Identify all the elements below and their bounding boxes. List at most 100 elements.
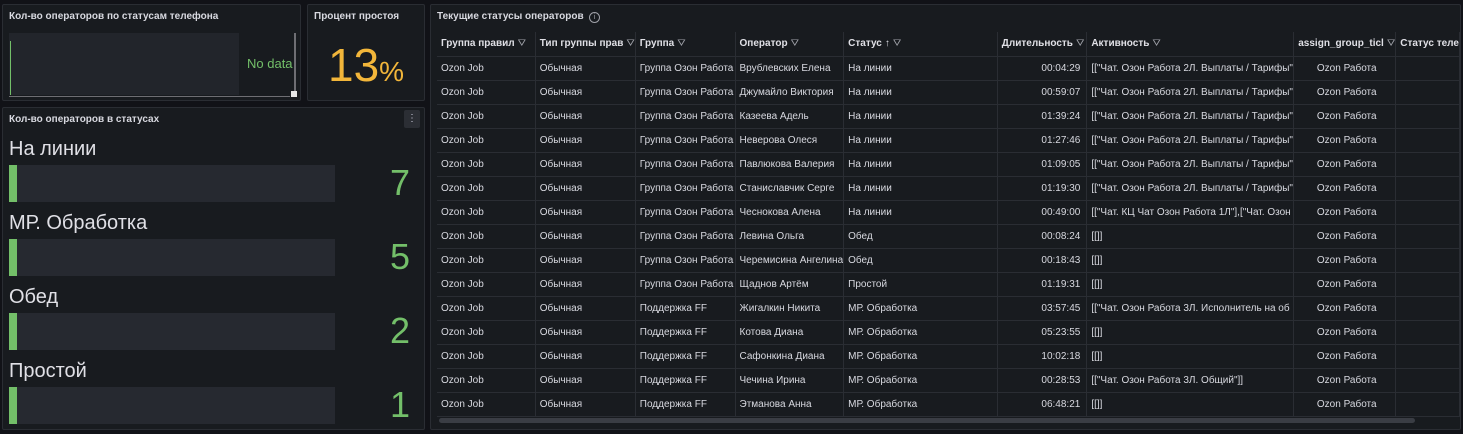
table-cell: Джумайло Виктория xyxy=(735,80,845,105)
table-cell: Группа Озон Работа xyxy=(635,152,736,177)
column-header[interactable]: Статус ↑ ⛛ xyxy=(843,32,998,57)
table-cell: Ozon Job xyxy=(437,104,536,129)
table-cell xyxy=(1395,176,1460,201)
table-row[interactable]: Ozon Job Обычная Группа Озон Работа Казеева… xyxy=(437,104,1460,129)
table-cell: На линии xyxy=(843,176,998,201)
table-cell: Ozon Job xyxy=(437,368,536,393)
table-cell: [["Чат. Озон Работа 2Л. Выплаты / Тарифы… xyxy=(1086,104,1295,129)
panel-menu-icon[interactable]: ⋮ xyxy=(404,110,420,128)
table-cell: [["Чат. Озон Работа 3Л. Общий"]] xyxy=(1086,368,1295,393)
no-data-label: No data xyxy=(247,56,293,71)
column-header[interactable]: Группа правил ⛛ xyxy=(437,32,536,57)
table-cell: Ozon Работа xyxy=(1293,56,1397,81)
table-cell: Сафонкина Диана xyxy=(735,344,845,369)
status-gauge-track xyxy=(9,165,335,202)
column-header[interactable]: Оператор ⛛ xyxy=(735,32,845,57)
column-header[interactable]: Тип группы прав ⛛ xyxy=(535,32,636,57)
table-cell: Чеснокова Алена xyxy=(735,200,845,225)
table-row[interactable]: Ozon Job Обычная Группа Озон Работа Черемис… xyxy=(437,248,1460,273)
filter-icon[interactable]: ⛛ xyxy=(1387,38,1395,49)
table-cell: Обед xyxy=(843,224,998,249)
table-cell: Ozon Работа xyxy=(1293,104,1397,129)
table-row[interactable]: Ozon Job Обычная Поддержка FF Жигалкин Ники… xyxy=(437,296,1460,321)
table-cell: 00:08:24 xyxy=(997,224,1088,249)
table-cell: Левина Ольга xyxy=(735,224,845,249)
filter-icon[interactable]: ⛛ xyxy=(626,38,634,49)
info-icon[interactable]: i xyxy=(589,12,600,23)
table-cell: Ozon Job xyxy=(437,152,536,177)
table-row[interactable]: Ozon Job Обычная Группа Озон Работа Врублев… xyxy=(437,56,1460,81)
table-cell: Поддержка FF xyxy=(635,320,736,345)
column-header[interactable]: Статус теле xyxy=(1395,32,1460,57)
table-row[interactable]: Ozon Job Обычная Поддержка FF Котова Диана М… xyxy=(437,320,1460,345)
table-cell: 01:39:24 xyxy=(997,104,1088,129)
table-cell: 00:49:00 xyxy=(997,200,1088,225)
filter-icon[interactable]: ⛛ xyxy=(518,38,526,49)
table-cell: Ozon Job xyxy=(437,392,536,417)
status-gauge-fill xyxy=(9,387,17,424)
table-cell: Поддержка FF xyxy=(635,392,736,417)
filter-icon[interactable]: ⛛ xyxy=(1076,38,1084,49)
table-cell: Обычная xyxy=(535,296,636,321)
filter-icon[interactable]: ⛛ xyxy=(677,38,685,49)
table-cell xyxy=(1395,368,1460,393)
column-header[interactable]: Длительность ⛛ xyxy=(997,32,1088,57)
table-cell xyxy=(1395,224,1460,249)
column-header-label: assign_group_ticl xyxy=(1298,38,1384,50)
table-cell: Ozon Работа xyxy=(1293,392,1397,417)
phone-status-y-scrollbar[interactable] xyxy=(294,33,296,91)
table-row[interactable]: Ozon Job Обычная Поддержка FF Этманова Анна… xyxy=(437,392,1460,417)
table-cell: Группа Озон Работа xyxy=(635,224,736,249)
table-cell xyxy=(1395,296,1460,321)
status-counts-panel-title: Кол-во операторов в статусах xyxy=(9,114,160,125)
table-cell: Ozon Job xyxy=(437,128,536,153)
table-cell: МР. Обработка xyxy=(843,392,998,417)
table-row[interactable]: Ozon Job Обычная Группа Озон Работа Павлюко… xyxy=(437,152,1460,177)
table-cell: Ozon Job xyxy=(437,248,536,273)
table-row[interactable]: Ozon Job Обычная Поддержка FF Сафонкина Диа… xyxy=(437,344,1460,369)
table-cell: Этманова Анна xyxy=(735,392,845,417)
table-cell xyxy=(1395,128,1460,153)
table-row[interactable]: Ozon Job Обычная Группа Озон Работа Джумайл… xyxy=(437,80,1460,105)
table-row[interactable]: Ozon Job Обычная Группа Озон Работа Левина … xyxy=(437,224,1460,249)
table-row[interactable]: Ozon Job Обычная Группа Озон Работа Щаднов … xyxy=(437,272,1460,297)
table-cell: [[]] xyxy=(1086,392,1295,417)
table-row[interactable]: Ozon Job Обычная Группа Озон Работа Чесноко… xyxy=(437,200,1460,225)
table-cell xyxy=(1395,392,1460,417)
filter-icon[interactable]: ⛛ xyxy=(791,38,799,49)
status-gauge-label: МР. Обработка xyxy=(9,212,148,234)
table-cell: Ozon Job xyxy=(437,320,536,345)
table-row[interactable]: Ozon Job Обычная Поддержка FF Чечина Ирина М… xyxy=(437,368,1460,393)
filter-icon[interactable]: ⛛ xyxy=(893,38,901,49)
table-cell xyxy=(1395,344,1460,369)
table-cell: Поддержка FF xyxy=(635,344,736,369)
table-cell: [[]] xyxy=(1086,224,1295,249)
status-gauge-label: Простой xyxy=(9,360,87,382)
table-cell: 01:09:05 xyxy=(997,152,1088,177)
phone-status-resize-handle[interactable] xyxy=(291,91,297,97)
table-horizontal-scrollbar[interactable] xyxy=(439,418,1415,423)
table-cell: На линии xyxy=(843,200,998,225)
column-header-label: Статус теле xyxy=(1400,38,1459,50)
column-header[interactable]: Активность ⛛ xyxy=(1086,32,1295,57)
status-counts-panel: Кол-во операторов в статусах ⋮ На линии 7… xyxy=(2,107,425,430)
table-cell: Ozon Работа xyxy=(1293,320,1397,345)
filter-icon[interactable]: ⛛ xyxy=(1152,38,1160,49)
table-cell: [["Чат. Озон Работа 2Л. Выплаты / Тарифы… xyxy=(1086,128,1295,153)
idle-percent-value: 13% xyxy=(328,37,404,100)
table-cell: Обычная xyxy=(535,200,636,225)
column-header[interactable]: assign_group_ticl ⛛ xyxy=(1293,32,1397,57)
phone-status-panel: Кол-во операторов по статусам телефона N… xyxy=(2,4,301,101)
table-cell: Ozon Работа xyxy=(1293,296,1397,321)
phone-status-x-scrollbar[interactable] xyxy=(9,96,290,97)
table-cell xyxy=(1395,152,1460,177)
table-cell: Ozon Job xyxy=(437,344,536,369)
column-header[interactable]: Группа ⛛ xyxy=(635,32,736,57)
sort-asc-icon[interactable]: ↑ xyxy=(885,38,890,49)
table-row[interactable]: Ozon Job Обычная Группа Озон Работа Станисл… xyxy=(437,176,1460,201)
table-cell: Ozon Job xyxy=(437,56,536,81)
table-cell: 05:23:55 xyxy=(997,320,1088,345)
table-cell: МР. Обработка xyxy=(843,368,998,393)
status-gauge-track xyxy=(9,313,335,350)
table-row[interactable]: Ozon Job Обычная Группа Озон Работа Неверов… xyxy=(437,128,1460,153)
